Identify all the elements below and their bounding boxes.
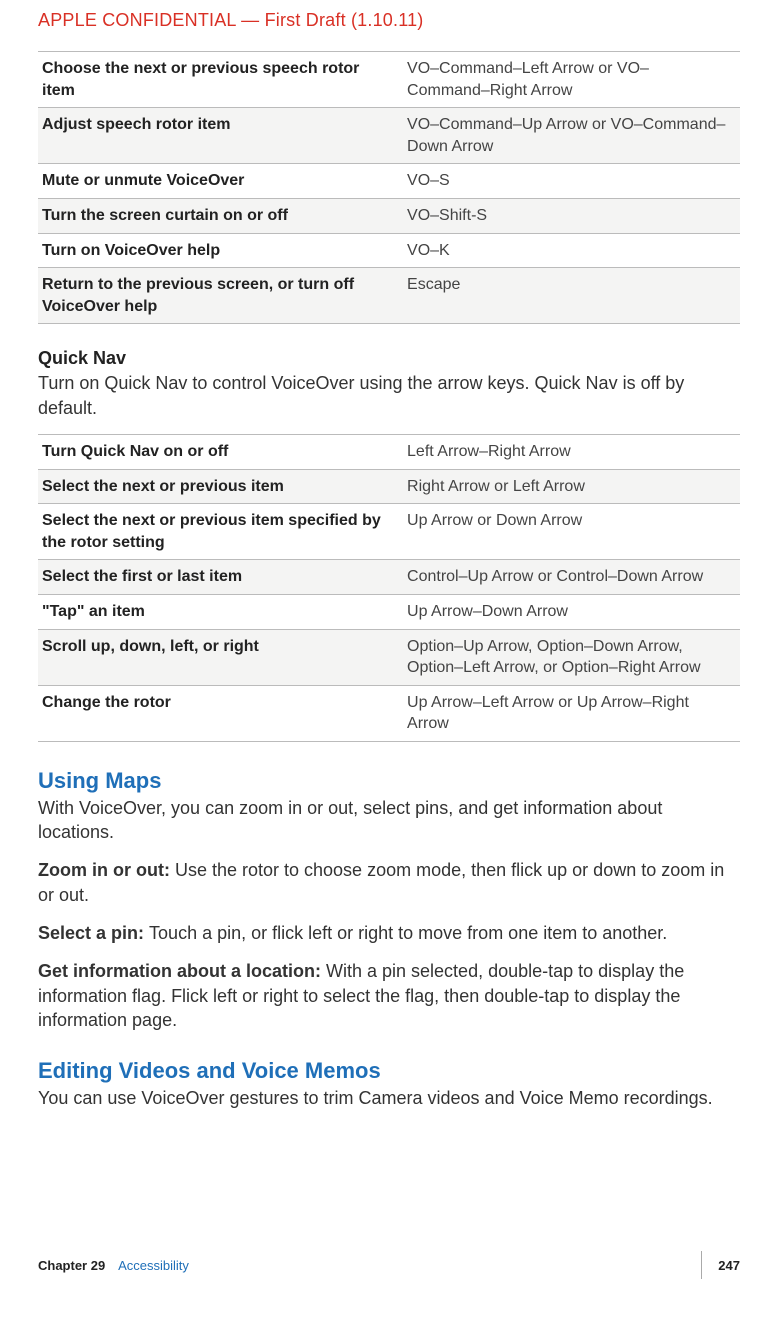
shortcut-value: Up Arrow–Left Arrow or Up Arrow–Right Ar… [403, 685, 740, 741]
shortcut-value: Option–Up Arrow, Option–Down Arrow, Opti… [403, 629, 740, 685]
quicknav-body: Turn on Quick Nav to control VoiceOver u… [38, 371, 740, 420]
zoom-paragraph: Zoom in or out: Use the rotor to choose … [38, 858, 740, 907]
shortcut-label: Change the rotor [38, 685, 403, 741]
table-row: Turn the screen curtain on or off VO–Shi… [38, 198, 740, 233]
shortcut-label: Turn the screen curtain on or off [38, 198, 403, 233]
table-row: "Tap" an item Up Arrow–Down Arrow [38, 594, 740, 629]
shortcuts-table-2: Turn Quick Nav on or off Left Arrow–Righ… [38, 434, 740, 742]
shortcut-label: Select the first or last item [38, 560, 403, 595]
table-row: Scroll up, down, left, or right Option–U… [38, 629, 740, 685]
editing-body: You can use VoiceOver gestures to trim C… [38, 1086, 740, 1110]
shortcut-label: Scroll up, down, left, or right [38, 629, 403, 685]
shortcut-label: Turn on VoiceOver help [38, 233, 403, 268]
shortcut-label: Select the next or previous item [38, 469, 403, 504]
shortcut-value: VO–S [403, 164, 740, 199]
table-row: Return to the previous screen, or turn o… [38, 268, 740, 324]
chapter-title: Accessibility [118, 1258, 189, 1273]
page-footer: Chapter 29 Accessibility 247 [38, 1251, 740, 1279]
shortcut-value: Control–Up Arrow or Control–Down Arrow [403, 560, 740, 595]
shortcut-label: Return to the previous screen, or turn o… [38, 268, 403, 324]
shortcut-label: "Tap" an item [38, 594, 403, 629]
quicknav-heading: Quick Nav [38, 348, 740, 369]
pin-label: Select a pin: [38, 923, 149, 943]
shortcut-value: Up Arrow or Down Arrow [403, 504, 740, 560]
shortcut-value: VO–Shift-S [403, 198, 740, 233]
shortcuts-table-1: Choose the next or previous speech rotor… [38, 51, 740, 324]
table-row: Select the next or previous item Right A… [38, 469, 740, 504]
table-row: Adjust speech rotor item VO–Command–Up A… [38, 108, 740, 164]
shortcut-value: Escape [403, 268, 740, 324]
footer-left: Chapter 29 Accessibility [38, 1258, 189, 1273]
shortcut-label: Mute or unmute VoiceOver [38, 164, 403, 199]
table-row: Turn Quick Nav on or off Left Arrow–Righ… [38, 434, 740, 469]
shortcut-value: VO–Command–Left Arrow or VO–Command–Righ… [403, 52, 740, 108]
table-row: Select the first or last item Control–Up… [38, 560, 740, 595]
info-label: Get information about a location: [38, 961, 326, 981]
shortcut-value: Right Arrow or Left Arrow [403, 469, 740, 504]
pin-paragraph: Select a pin: Touch a pin, or flick left… [38, 921, 740, 945]
table-row: Change the rotor Up Arrow–Left Arrow or … [38, 685, 740, 741]
shortcut-value: VO–K [403, 233, 740, 268]
table-row: Mute or unmute VoiceOver VO–S [38, 164, 740, 199]
shortcut-label: Turn Quick Nav on or off [38, 434, 403, 469]
chapter-number: Chapter 29 [38, 1258, 105, 1273]
shortcut-value: Left Arrow–Right Arrow [403, 434, 740, 469]
table-row: Select the next or previous item specifi… [38, 504, 740, 560]
pin-text: Touch a pin, or flick left or right to m… [149, 923, 667, 943]
maps-body: With VoiceOver, you can zoom in or out, … [38, 796, 740, 845]
zoom-label: Zoom in or out: [38, 860, 175, 880]
shortcut-value: Up Arrow–Down Arrow [403, 594, 740, 629]
using-maps-heading: Using Maps [38, 768, 740, 794]
info-paragraph: Get information about a location: With a… [38, 959, 740, 1032]
table-row: Turn on VoiceOver help VO–K [38, 233, 740, 268]
shortcut-label: Adjust speech rotor item [38, 108, 403, 164]
shortcut-value: VO–Command–Up Arrow or VO–Command–Down A… [403, 108, 740, 164]
shortcut-label: Select the next or previous item specifi… [38, 504, 403, 560]
shortcut-label: Choose the next or previous speech rotor… [38, 52, 403, 108]
editing-heading: Editing Videos and Voice Memos [38, 1058, 740, 1084]
confidential-banner: APPLE CONFIDENTIAL — First Draft (1.10.1… [38, 10, 740, 31]
table-row: Choose the next or previous speech rotor… [38, 52, 740, 108]
page-number: 247 [701, 1251, 740, 1279]
